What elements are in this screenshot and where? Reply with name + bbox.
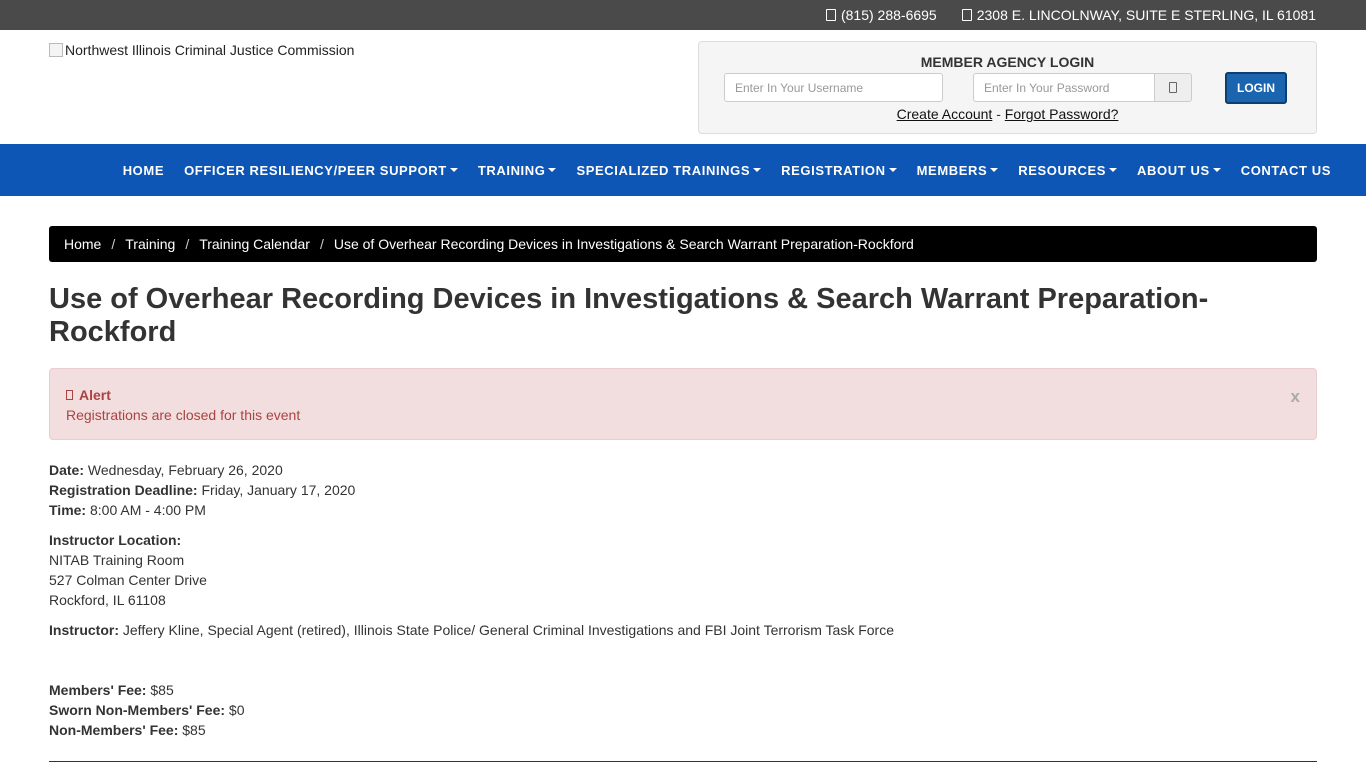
login-button[interactable]: LOGIN xyxy=(1225,72,1287,104)
breadcrumb-separator: / xyxy=(185,236,190,252)
nav-members-label: MEMBERS xyxy=(916,162,988,178)
event-date: Date: Wednesday, February 26, 2020 xyxy=(49,460,894,480)
sworn-non-members-fee: Sworn Non-Members' Fee: $0 xyxy=(49,700,894,720)
non-members-fee-label: Non-Members' Fee: xyxy=(49,722,179,738)
deadline-label: Registration Deadline: xyxy=(49,482,198,498)
time-value: 8:00 AM - 4:00 PM xyxy=(89,502,206,518)
location-line-2: 527 Colman Center Drive xyxy=(49,572,207,588)
members-fee-label: Members' Fee: xyxy=(49,682,147,698)
registration-closed-alert: Alert Registrations are closed for this … xyxy=(49,368,1317,440)
caret-down-icon xyxy=(753,168,762,172)
forgot-password-link[interactable]: Forgot Password? xyxy=(1005,106,1119,122)
alert-message: Registrations are closed for this event xyxy=(66,407,301,423)
phone-icon xyxy=(825,9,836,21)
nav-members[interactable]: MEMBERS xyxy=(917,163,999,178)
registration-deadline: Registration Deadline: Friday, January 1… xyxy=(49,480,894,500)
members-fee-value: $85 xyxy=(150,682,174,698)
event-details: Date: Wednesday, February 26, 2020 Regis… xyxy=(49,460,894,740)
location-label-text: Instructor Location: xyxy=(49,532,182,548)
nav-contact-us[interactable]: CONTACT US xyxy=(1241,163,1331,178)
event-instructor: Instructor: Jeffery Kline, Special Agent… xyxy=(49,620,894,640)
map-marker-icon xyxy=(961,9,972,21)
breadcrumb: Home / Training / Training Calendar / Us… xyxy=(49,226,1317,262)
password-input[interactable]: Enter In Your Password xyxy=(973,73,1155,102)
nav-home[interactable]: HOME xyxy=(123,163,164,178)
location-line-3: Rockford, IL 61108 xyxy=(49,592,166,608)
login-title: MEMBER AGENCY LOGIN xyxy=(920,54,1095,70)
nav-training-label: TRAINING xyxy=(477,162,546,178)
nav-specialized-trainings-label: SPECIALIZED TRAININGS xyxy=(576,162,751,178)
nav-resources[interactable]: RESOURCES xyxy=(1018,162,1118,178)
broken-image-icon xyxy=(49,43,63,57)
deadline-value: Friday, January 17, 2020 xyxy=(201,482,356,498)
phone-text: (815) 288-6695 xyxy=(840,7,937,23)
nav-contact-us-label: CONTACT US xyxy=(1240,162,1331,178)
warning-icon xyxy=(66,390,73,400)
non-members-fee-value: $85 xyxy=(182,722,206,738)
eye-icon xyxy=(1169,82,1177,93)
content-divider xyxy=(49,761,1317,762)
login-links-separator: - xyxy=(996,106,1001,122)
nav-registration[interactable]: REGISTRATION xyxy=(781,162,897,178)
nav-home-label: HOME xyxy=(122,162,165,178)
alert-title-text: Alert xyxy=(79,387,111,403)
username-input[interactable]: Enter In Your Username xyxy=(724,73,943,102)
caret-down-icon xyxy=(888,168,897,172)
caret-down-icon xyxy=(449,168,458,172)
nav-officer-resiliency[interactable]: OFFICER RESILIENCY/PEER SUPPORT xyxy=(184,163,458,178)
address-contact: 2308 E. LINCOLNWAY, SUITE E STERLING, IL… xyxy=(961,7,1316,23)
location-line-1: NITAB Training Room xyxy=(49,552,185,568)
caret-down-icon xyxy=(990,168,999,172)
nav-about-us-label: ABOUT US xyxy=(1137,162,1210,178)
time-label: Time: xyxy=(49,502,87,518)
page-title: Use of Overhear Recording Devices in Inv… xyxy=(49,283,1209,348)
show-password-button[interactable] xyxy=(1155,73,1192,102)
alert-close-button[interactable]: x xyxy=(1291,387,1300,407)
nav-about-us[interactable]: ABOUT US xyxy=(1137,163,1221,178)
caret-down-icon xyxy=(548,168,557,172)
caret-down-icon xyxy=(1212,168,1221,172)
nav-registration-label: REGISTRATION xyxy=(781,162,886,178)
members-fee: Members' Fee: $85 xyxy=(49,680,894,700)
address-text: 2308 E. LINCOLNWAY, SUITE E STERLING, IL… xyxy=(976,7,1316,23)
nav-training[interactable]: TRAINING xyxy=(478,163,557,178)
date-label: Date: xyxy=(49,462,85,478)
main-navigation: HOME OFFICER RESILIENCY/PEER SUPPORT TRA… xyxy=(0,144,1366,196)
location-label: Instructor Location: xyxy=(49,530,894,550)
member-login-panel: MEMBER AGENCY LOGIN Enter In Your Userna… xyxy=(698,41,1317,134)
nav-resources-label: RESOURCES xyxy=(1018,162,1107,178)
date-value: Wednesday, February 26, 2020 xyxy=(87,462,283,478)
nav-officer-resiliency-label: OFFICER RESILIENCY/PEER SUPPORT xyxy=(184,162,447,178)
instructor-value: Jeffery Kline, Special Agent (retired), … xyxy=(122,622,895,638)
site-logo[interactable]: Northwest Illinois Criminal Justice Comm… xyxy=(49,42,354,58)
caret-down-icon xyxy=(1109,168,1118,172)
login-links: Create Account - Forgot Password? xyxy=(699,106,1316,122)
phone-contact[interactable]: (815) 288-6695 xyxy=(825,7,937,23)
top-contact-bar: (815) 288-6695 2308 E. LINCOLNWAY, SUITE… xyxy=(0,0,1366,30)
alert-title: Alert xyxy=(66,387,111,403)
logo-alt-text: Northwest Illinois Criminal Justice Comm… xyxy=(65,42,355,58)
sworn-fee-value: $0 xyxy=(228,702,245,718)
breadcrumb-home[interactable]: Home xyxy=(64,236,101,252)
breadcrumb-current: Use of Overhear Recording Devices in Inv… xyxy=(333,236,914,252)
breadcrumb-separator: / xyxy=(319,236,324,252)
non-members-fee: Non-Members' Fee: $85 xyxy=(49,720,894,740)
nav-specialized-trainings[interactable]: SPECIALIZED TRAININGS xyxy=(576,162,762,178)
breadcrumb-training-calendar[interactable]: Training Calendar xyxy=(199,236,310,252)
breadcrumb-training[interactable]: Training xyxy=(125,236,175,252)
instructor-label: Instructor: xyxy=(49,622,119,638)
breadcrumb-separator: / xyxy=(111,236,116,252)
event-time: Time: 8:00 AM - 4:00 PM xyxy=(49,500,894,520)
sworn-fee-label: Sworn Non-Members' Fee: xyxy=(49,702,226,718)
site-header: Northwest Illinois Criminal Justice Comm… xyxy=(0,30,1366,144)
create-account-link[interactable]: Create Account xyxy=(897,106,993,122)
